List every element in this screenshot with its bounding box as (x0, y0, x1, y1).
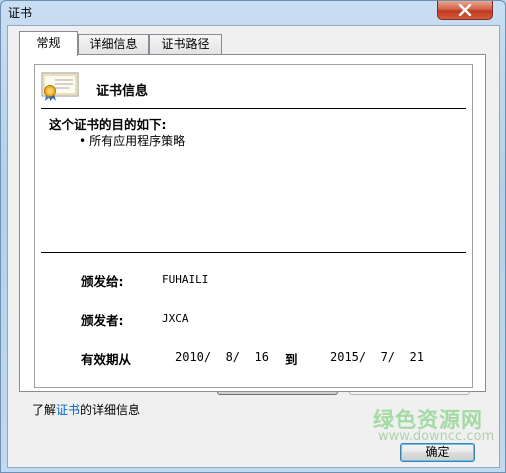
tab-general[interactable]: 常规 (19, 31, 78, 56)
learn-more-suffix: 的详细信息 (80, 403, 141, 417)
tab-general-label: 常规 (36, 36, 61, 50)
learn-more-link[interactable]: 证书 (56, 403, 80, 417)
certificate-icon (41, 72, 79, 101)
issued-by-value: JXCA (162, 312, 189, 325)
tab-details-label: 详细信息 (89, 37, 138, 51)
certificate-window: 证书 常规 详细信息 证书路径 证书信息 这个证书的目的如下: • 所有应用程序… (0, 0, 506, 473)
purpose-item: 所有应用程序策略 (79, 132, 185, 149)
valid-to-date: 2015/ 7/ 21 (330, 350, 424, 364)
valid-from-date: 2010/ 8/ 16 (175, 350, 269, 364)
watermark-url: www.downcc.com (378, 429, 495, 444)
learn-more-prefix: 了解 (32, 403, 57, 417)
valid-from-label: 有效期从 (81, 352, 132, 367)
certificate-info-heading: 证书信息 (96, 84, 149, 99)
tab-certification-path[interactable]: 证书路径 (149, 34, 222, 55)
certificate-info-frame: 证书信息 这个证书的目的如下: 所有应用程序策略 颁发给: FUHAILI 颁发… (34, 64, 473, 388)
purpose-divider (41, 252, 466, 253)
tab-details[interactable]: 详细信息 (78, 34, 149, 55)
close-icon (458, 4, 472, 16)
valid-to-label: 到 (285, 352, 298, 367)
title-bar[interactable]: 证书 (1, 1, 505, 25)
learn-more-text: 了解证书的详细信息 (32, 401, 140, 418)
issued-by-label: 颁发者: (81, 313, 124, 328)
dialog-client-area: 常规 详细信息 证书路径 证书信息 这个证书的目的如下: • 所有应用程序策略 … (7, 25, 500, 468)
general-tab-panel: 证书信息 这个证书的目的如下: 所有应用程序策略 颁发给: FUHAILI 颁发… (19, 54, 486, 392)
purpose-title: 这个证书的目的如下: (49, 117, 167, 132)
ok-button[interactable]: 确定 (400, 443, 475, 462)
issued-to-value: FUHAILI (162, 273, 209, 286)
tab-certification-path-label: 证书路径 (161, 37, 210, 51)
window-title: 证书 (8, 6, 33, 20)
heading-divider (41, 108, 466, 109)
issued-to-label: 颁发给: (81, 274, 124, 289)
close-button[interactable] (437, 1, 493, 20)
